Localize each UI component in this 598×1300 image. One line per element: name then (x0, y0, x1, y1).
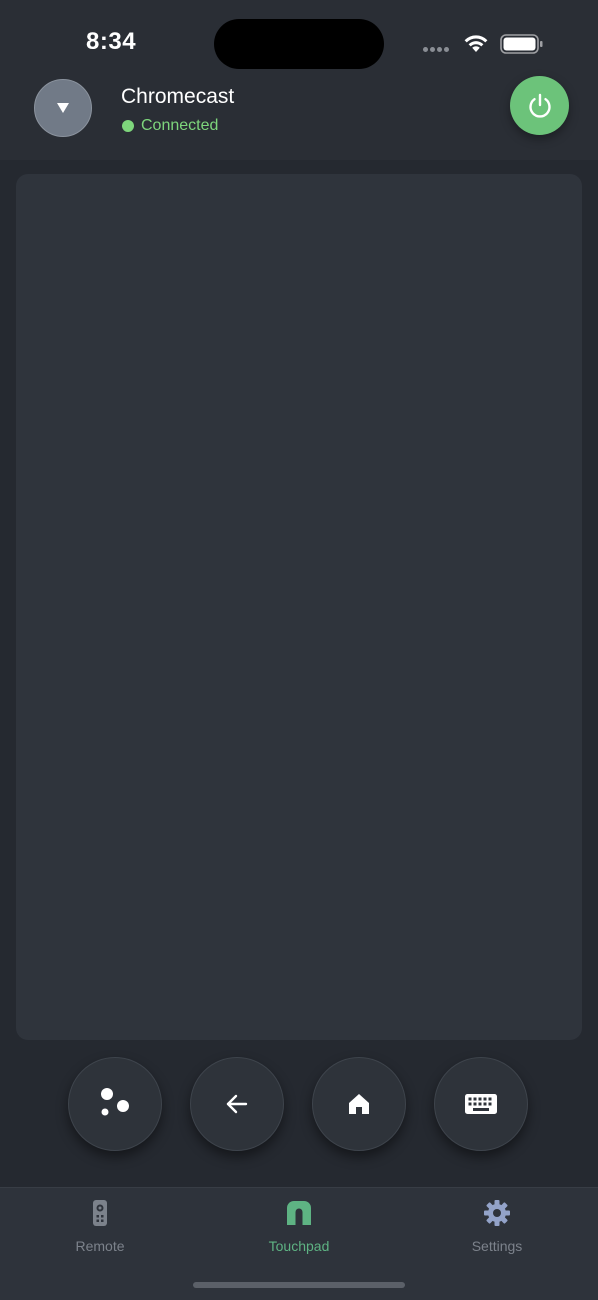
cellular-signal-icon (423, 47, 455, 53)
back-button[interactable] (190, 1057, 284, 1151)
dynamic-island (214, 19, 384, 69)
device-header: Chromecast Connected (0, 75, 598, 160)
wifi-icon (464, 35, 488, 52)
tab-remote-label: Remote (75, 1238, 125, 1254)
touchpad-surface[interactable] (16, 174, 582, 1040)
power-button[interactable] (510, 76, 569, 135)
power-icon (528, 93, 551, 118)
assistant-dots-icon (101, 1088, 129, 1116)
status-dot-icon (122, 120, 134, 132)
tab-touchpad-label: Touchpad (268, 1238, 330, 1254)
main-content (0, 160, 598, 1187)
home-indicator[interactable] (193, 1282, 405, 1288)
battery-icon (500, 34, 543, 54)
tab-settings-label: Settings (471, 1238, 523, 1254)
status-time: 8:34 (86, 28, 137, 55)
assistant-button[interactable] (68, 1057, 162, 1151)
device-picker-button[interactable] (34, 79, 92, 137)
action-buttons (0, 1057, 598, 1153)
touchpad-icon (287, 1201, 311, 1225)
home-button[interactable] (312, 1057, 406, 1151)
device-name: Chromecast (121, 85, 235, 108)
tab-remote[interactable]: Remote (30, 1198, 170, 1258)
arrow-left-icon (226, 1094, 248, 1114)
app-screen: 8:34 Chromecast Connected Remote Touchpa… (0, 0, 598, 1300)
connection-status: Connected (122, 117, 218, 135)
triangle-down-icon (57, 103, 69, 113)
tab-settings[interactable]: Settings (427, 1198, 567, 1258)
status-bar: 8:34 (0, 0, 598, 75)
home-icon (349, 1094, 369, 1114)
gear-icon (484, 1200, 510, 1226)
remote-icon (93, 1200, 107, 1226)
connection-status-label: Connected (141, 117, 219, 134)
keyboard-icon (465, 1094, 497, 1114)
tab-touchpad[interactable]: Touchpad (229, 1198, 369, 1258)
tab-bar: Remote Touchpad Settings (0, 1187, 598, 1300)
keyboard-button[interactable] (434, 1057, 528, 1151)
